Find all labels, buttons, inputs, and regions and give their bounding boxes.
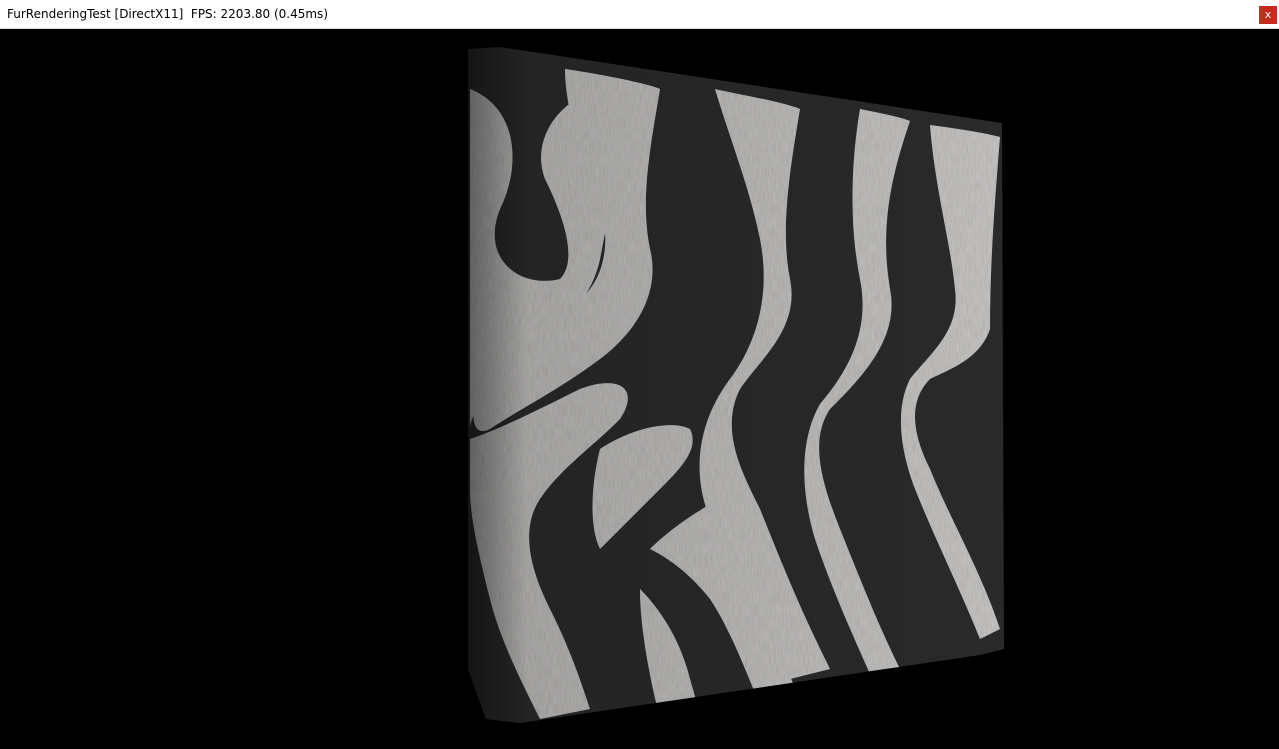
title-bar[interactable]: FurRenderingTest [DirectX11] FPS: 2203.8… (0, 0, 1279, 29)
window-title: FurRenderingTest [DirectX11] FPS: 2203.8… (7, 7, 328, 21)
fur-quad (468, 47, 1004, 723)
app-window: FurRenderingTest [DirectX11] FPS: 2203.8… (0, 0, 1279, 749)
close-button[interactable]: x (1259, 6, 1277, 24)
render-viewport[interactable] (0, 29, 1279, 749)
fur-quad-render (468, 47, 1004, 723)
